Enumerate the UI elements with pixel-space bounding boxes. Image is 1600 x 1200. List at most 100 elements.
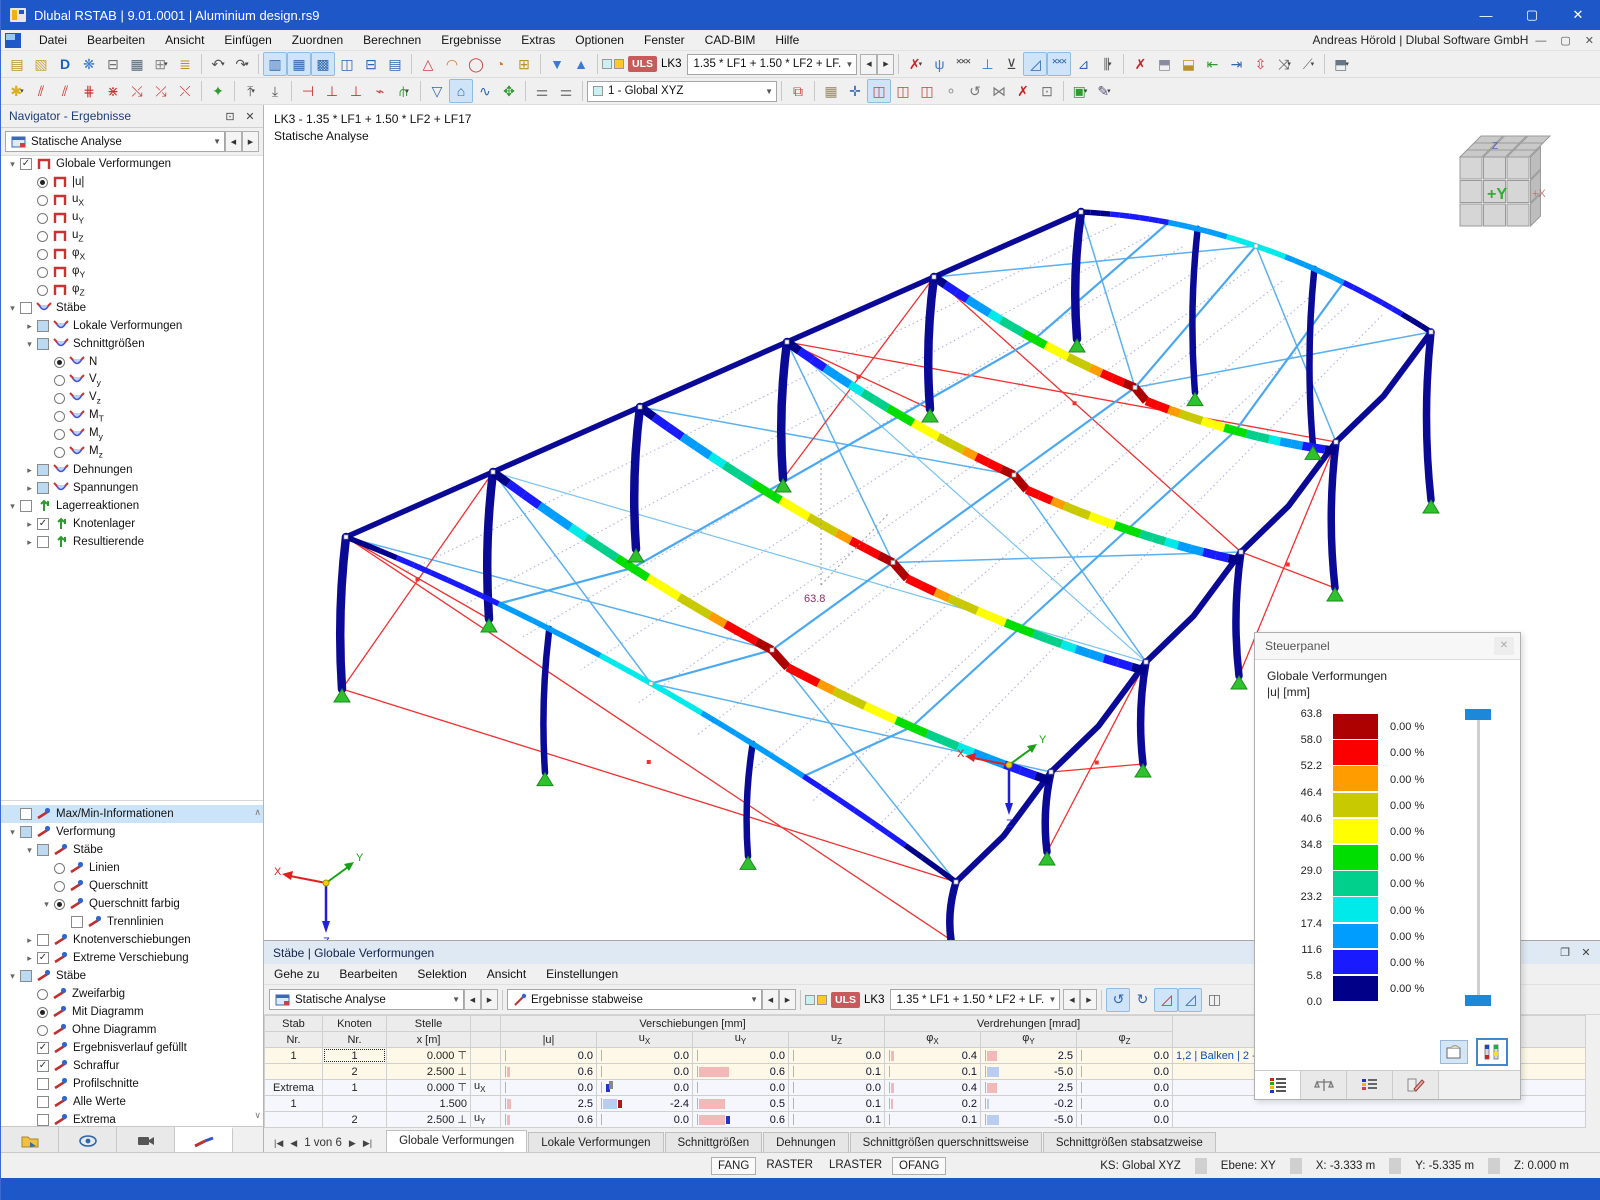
tree-item-querschnitt[interactable]: Querschnitt xyxy=(1,877,263,895)
section-a-icon[interactable]: ⚌ xyxy=(530,79,554,103)
tree-item-m[interactable]: Mz xyxy=(1,443,263,461)
wave-view-icon[interactable]: ∿ xyxy=(473,79,497,103)
next-load-button[interactable]: ▶ xyxy=(877,54,894,75)
tree-item-st-be[interactable]: ▾Stäbe xyxy=(1,299,263,317)
filter-view-icon[interactable]: ▽ xyxy=(425,79,449,103)
pin-icon[interactable]: ⊡ xyxy=(221,110,239,123)
tree-item-n[interactable]: N xyxy=(1,353,263,371)
menu-extras[interactable]: Extras xyxy=(511,33,565,47)
mdi-maximize-icon[interactable]: ▢ xyxy=(1553,35,1577,47)
tree-item-st-be[interactable]: ▾Stäbe xyxy=(1,967,263,985)
visibility-combo[interactable]: 1 - Global XYZ▼ xyxy=(587,81,777,102)
menu-einfgen[interactable]: Einfügen xyxy=(214,33,281,47)
menu-ansicht[interactable]: Ansicht xyxy=(155,33,214,47)
tree-item-dehnungen[interactable]: ▸Dehnungen xyxy=(1,461,263,479)
checkbox[interactable] xyxy=(37,320,49,332)
mirror-icon[interactable]: ⋈ xyxy=(987,79,1011,103)
checkbox[interactable] xyxy=(37,536,49,548)
radio-button[interactable] xyxy=(37,177,48,188)
checkbox[interactable] xyxy=(37,844,49,856)
rotate-view-icon[interactable]: ↺ xyxy=(963,79,987,103)
table-b-icon[interactable]: ▤ xyxy=(383,52,407,76)
checkbox[interactable] xyxy=(37,464,49,476)
radio-button[interactable] xyxy=(37,249,48,260)
tree-caret-icon[interactable]: ▸ xyxy=(22,935,37,946)
new-model-icon[interactable]: ▤ xyxy=(5,52,29,76)
tree-caret-icon[interactable]: ▾ xyxy=(5,303,20,314)
table-prev-button[interactable]: ◀ xyxy=(464,989,481,1010)
slope-icon[interactable]: ⟋▾ xyxy=(1296,52,1320,76)
diagram-1-icon[interactable]: ◿ xyxy=(1023,52,1047,76)
steuerpanel-tab-color-scale[interactable] xyxy=(1255,1071,1301,1099)
dim-x-icon[interactable]: ⇤ xyxy=(1200,52,1224,76)
tree-item-max-min-informationen[interactable]: Max/Min-Informationen xyxy=(1,805,263,823)
table-export-icon[interactable]: ◫ xyxy=(335,52,359,76)
checkbox[interactable] xyxy=(37,482,49,494)
radio-button[interactable] xyxy=(37,1025,48,1036)
tree-item-m[interactable]: MT xyxy=(1,407,263,425)
copy-icon[interactable]: ⊞▾ xyxy=(149,52,173,76)
tree-item-spannungen[interactable]: ▸Spannungen xyxy=(1,479,263,497)
prev-load-button[interactable]: ◀ xyxy=(1063,989,1080,1010)
undo-icon[interactable]: ↶▾ xyxy=(206,52,230,76)
solid-edit-icon[interactable]: ⬓ xyxy=(1176,52,1200,76)
release-3-icon[interactable]: ⊥ xyxy=(344,79,368,103)
tree-item-mit-diagramm[interactable]: Mit Diagramm xyxy=(1,1003,263,1021)
workplane-xy-icon[interactable]: ◫ xyxy=(867,79,891,103)
member-tool-1-icon[interactable]: ⫽ xyxy=(29,79,53,103)
tree-caret-icon[interactable]: ▸ xyxy=(22,953,37,964)
navigator-tab-results[interactable] xyxy=(175,1127,233,1155)
tree-item-trennlinien[interactable]: Trennlinien xyxy=(1,913,263,931)
menu-berechnen[interactable]: Berechnen xyxy=(353,33,431,47)
network-model-icon[interactable]: ❋ xyxy=(77,52,101,76)
release-2-icon[interactable]: ⊥ xyxy=(320,79,344,103)
checkbox[interactable] xyxy=(37,934,49,946)
close-icon[interactable]: ✕ xyxy=(1577,946,1595,959)
tree-item-st-be[interactable]: ▾Stäbe xyxy=(1,841,263,859)
table-menu-bearbeiten[interactable]: Bearbeiten xyxy=(329,964,407,984)
checkbox[interactable] xyxy=(20,500,32,512)
support-icon[interactable]: ✦ xyxy=(206,79,230,103)
legend-slider-handle-min[interactable] xyxy=(1465,995,1491,1006)
dimension-xx-icon[interactable]: ⤓ xyxy=(263,79,287,103)
pager-first-icon[interactable]: |◀ xyxy=(274,1138,283,1149)
window-controls[interactable]: —▢✕ xyxy=(1463,0,1600,30)
tree-caret-icon[interactable]: ▸ xyxy=(22,519,37,530)
radio-button[interactable] xyxy=(54,393,65,404)
table-tab-dehnungen[interactable]: Dehnungen xyxy=(763,1132,848,1153)
scroll-up-icon[interactable]: ∧ xyxy=(254,807,261,818)
tree-item-lokale-verformungen[interactable]: ▸Lokale Verformungen xyxy=(1,317,263,335)
result-values-icon[interactable]: ψ xyxy=(927,52,951,76)
edit-notes-icon[interactable]: ≣ xyxy=(173,52,197,76)
tree-item-lagerreaktionen[interactable]: ▾Lagerreaktionen xyxy=(1,497,263,515)
radio-button[interactable] xyxy=(37,213,48,224)
steuerpanel-tab-filter-list[interactable] xyxy=(1347,1071,1393,1099)
legend-slider-handle-max[interactable] xyxy=(1465,709,1491,720)
menu-datei[interactable]: Datei xyxy=(29,33,77,47)
tree-item-extreme-verschiebung[interactable]: ▸✓Extreme Verschiebung xyxy=(1,949,263,967)
tree-item-ohne-diagramm[interactable]: Ohne Diagramm xyxy=(1,1021,263,1039)
checkbox[interactable] xyxy=(37,1114,49,1126)
table-columns-icon[interactable]: ◫ xyxy=(1202,988,1226,1012)
new-node-icon[interactable]: ✱▾ xyxy=(5,79,29,103)
table-tab-schnittgr-en-querschnittsweise[interactable]: Schnittgrößen querschnittsweise xyxy=(850,1132,1042,1153)
tree-item-resultierende[interactable]: ▸Resultierende xyxy=(1,533,263,551)
table-pager[interactable]: |◀◀1 von 6▶▶| xyxy=(268,1137,386,1153)
table-diagram-a-icon[interactable]: ◿ xyxy=(1154,988,1178,1012)
checkbox[interactable] xyxy=(37,338,49,350)
checkbox[interactable]: ✓ xyxy=(37,952,49,964)
snap-toggle-ofang[interactable]: OFANG xyxy=(892,1157,946,1175)
tree-item-u[interactable]: uZ xyxy=(1,227,263,245)
result-node-icon[interactable]: ⊥ xyxy=(975,52,999,76)
snap-toggle-raster[interactable]: RASTER xyxy=(760,1157,819,1175)
new-polygon-icon[interactable]: △ xyxy=(416,52,440,76)
checkbox[interactable] xyxy=(20,302,32,314)
checkbox[interactable]: ✓ xyxy=(37,1042,49,1054)
zoom-delete-icon[interactable]: ✗ xyxy=(1128,52,1152,76)
dim-all-icon[interactable]: ⤨▾ xyxy=(1272,52,1296,76)
radio-button[interactable] xyxy=(37,989,48,1000)
tree-caret-icon[interactable]: ▸ xyxy=(22,465,37,476)
workplane-yz-icon[interactable]: ◫ xyxy=(891,79,915,103)
redo-icon[interactable]: ↷▾ xyxy=(230,52,254,76)
checkbox[interactable] xyxy=(20,970,32,982)
